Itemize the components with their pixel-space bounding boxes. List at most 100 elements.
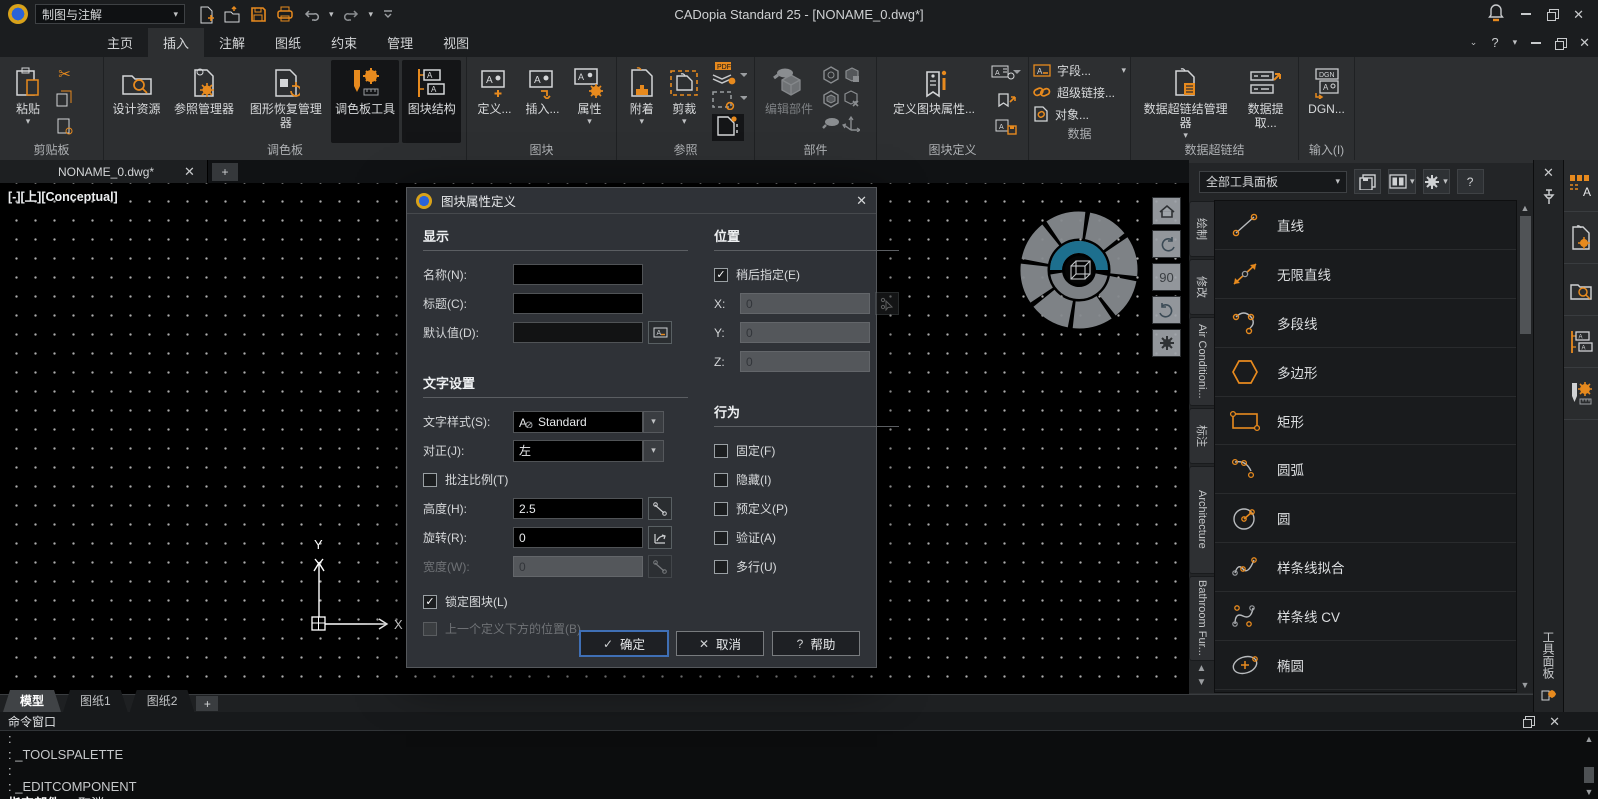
scrollbar-thumb[interactable] xyxy=(1584,767,1594,783)
redo-button[interactable] xyxy=(343,4,360,24)
specify-later-row[interactable]: ✓ 稍后指定(E) xyxy=(714,260,899,289)
palette-tab-bathroom-furniture[interactable]: Bathroom Fur... xyxy=(1189,576,1214,662)
field-button[interactable]: A 字段... ▾ xyxy=(1033,59,1126,81)
dgn-import-button[interactable]: DGNA DGN... xyxy=(1304,60,1349,143)
palette-item-construction-line[interactable]: 无限直线 xyxy=(1215,250,1516,299)
save-button[interactable] xyxy=(250,4,267,24)
tab-sheet[interactable]: 图纸 xyxy=(260,28,316,57)
justify-dropdown-button[interactable]: ▾ xyxy=(643,440,664,462)
palette-tab-air-conditioning[interactable]: Air Conditioni... xyxy=(1189,317,1214,406)
palette-save-button[interactable] xyxy=(1354,169,1381,194)
pdf-underlay-button[interactable]: PDF xyxy=(709,62,747,89)
rotation-input[interactable] xyxy=(513,527,643,548)
attribute-edit-button[interactable] xyxy=(995,92,1017,111)
doc-close-button[interactable]: ✕ xyxy=(1579,36,1590,49)
block-define-button[interactable]: A 定义... xyxy=(472,60,517,143)
document-tab-close-icon[interactable]: ✕ xyxy=(184,165,195,178)
name-input[interactable] xyxy=(513,264,643,285)
viewport-controls[interactable]: [-][上][Conceptual] xyxy=(8,186,118,205)
component-delete-button[interactable] xyxy=(842,90,860,111)
predefined-row[interactable]: ✓ 预定义(P) xyxy=(714,494,899,523)
copy-button[interactable] xyxy=(56,90,73,110)
print-button[interactable] xyxy=(276,4,294,24)
navigation-wheel[interactable] xyxy=(1012,203,1146,337)
justify-select[interactable]: 左 xyxy=(513,440,643,462)
command-restore-button[interactable] xyxy=(1523,716,1533,726)
hidden-checkbox[interactable]: ✓ xyxy=(714,473,728,487)
clip-button[interactable]: 剪裁 ▾ xyxy=(665,60,705,143)
data-hyperlink-manager-button[interactable]: 数据超链结管理器 ▾ xyxy=(1136,60,1235,143)
palette-tab-dimension[interactable]: 标注 xyxy=(1189,408,1214,464)
tab-manage[interactable]: 管理 xyxy=(372,28,428,57)
rotate-90-button[interactable]: 90 xyxy=(1152,263,1181,291)
component-save-button[interactable] xyxy=(842,66,860,87)
sheet-tab-model[interactable]: 模型 xyxy=(3,690,61,712)
dialog-close-button[interactable]: ✕ xyxy=(856,193,867,209)
scroll-down-icon[interactable]: ▼ xyxy=(1585,787,1594,797)
lock-block-checkbox[interactable]: ✓ xyxy=(423,595,437,609)
text-style-dropdown-button[interactable]: ▾ xyxy=(643,411,664,433)
palette-layout-button[interactable]: ▾ xyxy=(1388,169,1416,194)
palette-item-spline-fit[interactable]: 样条线拟合 xyxy=(1215,543,1516,592)
pin-icon[interactable] xyxy=(1542,189,1556,208)
rotate-ccw-button[interactable] xyxy=(1152,230,1181,258)
attribute-save-button[interactable]: A xyxy=(995,119,1017,138)
close-button[interactable]: ✕ xyxy=(1573,8,1584,21)
component-axis-button[interactable] xyxy=(842,114,860,135)
palette-item-polyline[interactable]: 多段线 xyxy=(1215,299,1516,348)
palette-item-ellipse[interactable]: 椭圆 xyxy=(1215,641,1516,690)
tab-scroll-up-icon[interactable]: ▲ xyxy=(1197,663,1207,674)
copy-with-reference-button[interactable] xyxy=(56,118,73,138)
palette-item-arc[interactable]: 圆弧 xyxy=(1215,445,1516,494)
command-close-button[interactable]: ✕ xyxy=(1549,715,1560,728)
scrollbar-thumb[interactable] xyxy=(1520,216,1531,334)
palette-close-button[interactable]: ✕ xyxy=(1543,166,1554,179)
text-style-select[interactable]: A Standard xyxy=(513,411,643,433)
component-hexcube-button[interactable] xyxy=(822,90,840,111)
collapse-ribbon-icon[interactable]: ⌄ xyxy=(1470,38,1478,47)
edit-component-button[interactable]: 编辑部件 xyxy=(760,60,818,143)
attribute-sync-button[interactable]: A xyxy=(991,65,1021,84)
object-hyperlink-button[interactable]: 对象... xyxy=(1033,103,1126,125)
view-settings-button[interactable] xyxy=(1152,329,1181,357)
sheet-tab-sheet2[interactable]: 图纸2 xyxy=(130,690,195,712)
insert-field-button[interactable]: A xyxy=(648,321,672,344)
multiline-checkbox[interactable]: ✓ xyxy=(714,560,728,574)
palette-item-rectangle[interactable]: 矩形 xyxy=(1215,397,1516,446)
cut-button[interactable]: ✂ xyxy=(58,65,71,83)
minimize-button[interactable] xyxy=(1521,13,1531,15)
component-hexnut-button[interactable] xyxy=(822,66,840,87)
attach-button[interactable]: 附着 ▾ xyxy=(622,60,662,143)
scroll-up-icon[interactable]: ▲ xyxy=(1521,203,1530,213)
multiline-row[interactable]: ✓ 多行(U) xyxy=(714,552,899,581)
default-value-input[interactable] xyxy=(513,322,643,343)
design-resources-button[interactable]: 设计资源 xyxy=(109,60,164,143)
rotate-cw-button[interactable] xyxy=(1152,296,1181,324)
tab-insert[interactable]: 插入 xyxy=(148,28,204,57)
design-resources-panel-button[interactable] xyxy=(1564,264,1598,316)
reference-manager-panel-button[interactable] xyxy=(1564,212,1598,264)
undo-button[interactable] xyxy=(303,4,320,24)
hyperlink-button[interactable]: 超级链接... xyxy=(1033,81,1126,103)
fixed-checkbox[interactable]: ✓ xyxy=(714,444,728,458)
palette-tools-panel-button[interactable] xyxy=(1564,368,1598,420)
data-extraction-button[interactable]: 数据提取... xyxy=(1238,60,1293,143)
ok-button[interactable]: ✓确定 xyxy=(580,631,668,656)
workspace-dropdown[interactable]: 制图与注解 ▾ xyxy=(35,4,185,24)
help-dropdown-icon[interactable]: ▾ xyxy=(1513,38,1518,47)
properties-panel-button[interactable]: A xyxy=(1564,160,1598,212)
scroll-down-icon[interactable]: ▼ xyxy=(1521,680,1530,690)
define-block-attribute-button[interactable]: 定义图块属性... xyxy=(882,60,986,143)
palette-item-spline-cv[interactable]: 样条线 CV xyxy=(1215,592,1516,641)
layer-overrides-button[interactable] xyxy=(712,114,744,141)
lock-block-row[interactable]: ✓ 锁定图块(L) xyxy=(423,587,688,616)
fixed-row[interactable]: ✓ 固定(F) xyxy=(714,436,899,465)
tab-home[interactable]: 主页 xyxy=(92,28,148,57)
sheet-tab-sheet1[interactable]: 图纸1 xyxy=(63,690,128,712)
doc-restore-button[interactable] xyxy=(1555,38,1565,48)
command-prompt[interactable]: 指定部件» «取消» xyxy=(0,795,1598,799)
restore-button[interactable] xyxy=(1547,9,1557,19)
command-scrollbar[interactable]: ▲ ▼ xyxy=(1582,734,1596,797)
undo-dropdown-icon[interactable]: ▾ xyxy=(329,10,334,19)
specify-later-checkbox[interactable]: ✓ xyxy=(714,268,728,282)
